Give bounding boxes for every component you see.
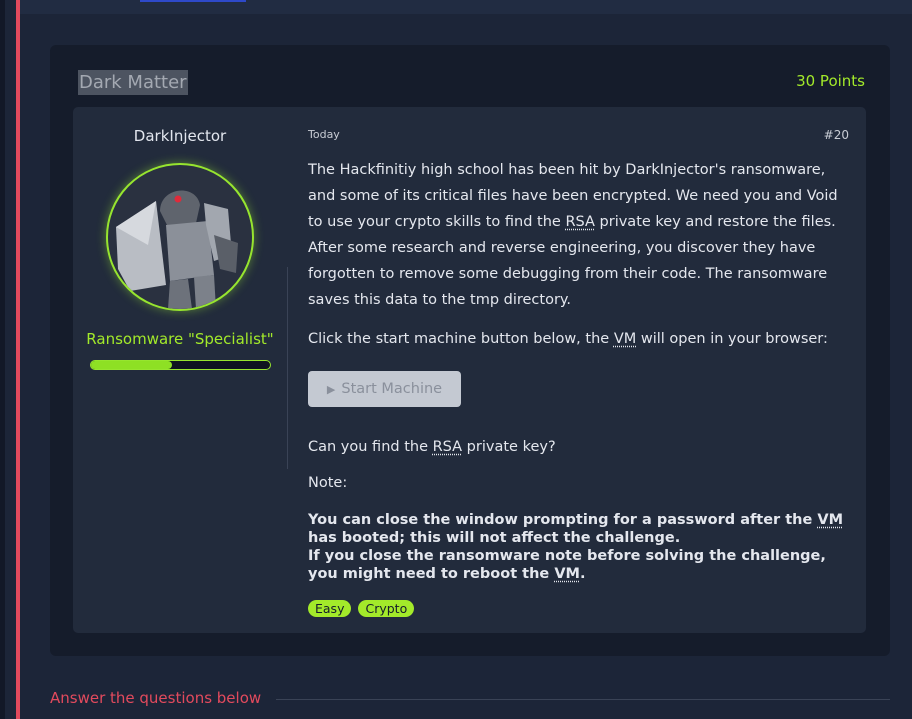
note-text: .	[579, 566, 586, 582]
instruction-text: Click the start machine button below, th…	[308, 331, 614, 347]
tag-easy[interactable]: Easy	[308, 600, 352, 617]
note-text: has booted; this will not affect the cha…	[308, 530, 681, 546]
author-xp-bar	[90, 360, 271, 370]
vm-abbr: VM	[817, 512, 844, 528]
task-card: Dark Matter 30 Points DarkInjector Ranso…	[50, 45, 890, 656]
post-date: Today	[308, 128, 340, 141]
task-content-card: DarkInjector Ransomware "Specialist" Tod…	[73, 107, 866, 633]
post-number[interactable]: #20	[824, 128, 849, 142]
start-machine-label: Start Machine	[341, 381, 443, 397]
play-icon: ▶	[326, 382, 336, 396]
answer-section-header: Answer the questions below	[50, 689, 890, 709]
robot-avatar-icon	[116, 190, 238, 309]
question-text: Can you find the RSA private key?	[308, 437, 556, 457]
description-paragraph: The Hackfinitiy high school has been hit…	[308, 157, 853, 313]
task-title[interactable]: Dark Matter	[78, 70, 188, 95]
author-name[interactable]: DarkInjector	[73, 127, 287, 145]
author-rank: Ransomware "Specialist"	[86, 330, 274, 348]
instruction-text: will open in your browser:	[636, 331, 828, 347]
question-part: Can you find the	[308, 439, 433, 455]
task-accent-bar	[16, 0, 20, 719]
vm-abbr: VM	[554, 566, 580, 582]
rsa-abbr: RSA	[565, 214, 595, 230]
vertical-divider	[287, 267, 288, 469]
rsa-abbr: RSA	[432, 439, 463, 455]
author-xp-fill	[91, 361, 172, 369]
task-points: 30 Points	[796, 72, 865, 90]
task-description: The Hackfinitiy high school has been hit…	[308, 157, 853, 617]
vm-abbr: VM	[613, 331, 637, 347]
active-tab-underline	[140, 0, 246, 2]
answer-section-title: Answer the questions below	[50, 689, 262, 707]
note-label: Note:	[308, 475, 348, 491]
note-text: You can close the window prompting for a…	[308, 512, 818, 528]
answer-section-divider	[276, 699, 890, 700]
tag-list: Easy Crypto	[308, 600, 415, 617]
question-part: private key?	[462, 439, 556, 455]
author-avatar[interactable]	[106, 163, 254, 311]
start-machine-button[interactable]: ▶ Start Machine	[308, 371, 461, 407]
note-two: If you close the ransomware note before …	[308, 547, 853, 583]
vm-instruction: Click the start machine button below, th…	[308, 329, 828, 349]
tag-crypto[interactable]: Crypto	[358, 600, 415, 617]
left-edge-strip	[0, 0, 5, 719]
note-one: You can close the window prompting for a…	[308, 511, 853, 547]
previous-section-band	[20, 0, 912, 14]
